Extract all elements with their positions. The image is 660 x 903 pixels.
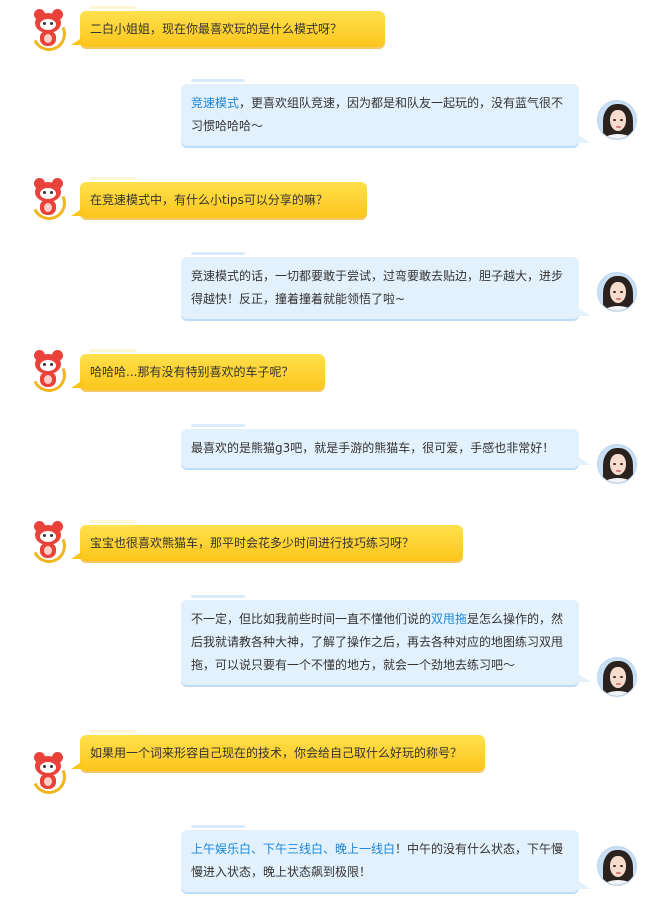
answer-text: 不一定，但比如我前些时间一直不懂他们说的 [191, 612, 432, 626]
highlight-text: 双甩拖 [431, 612, 468, 626]
red-bear-mascot-avatar [27, 9, 71, 56]
question-bubble: 哈哈哈...那有没有特别喜欢的车子呢？ [71, 349, 325, 390]
answer-text: 最喜欢的是熊猫g3吧，就是手游的熊猫车，很可爱，手感也非常好！ [191, 441, 555, 455]
question-bubble: 在竞速模式中，有什么小tips可以分享的嘛？ [71, 177, 367, 218]
question-text: 二白小姐姐，现在你最喜欢玩的是什么模式呀？ [90, 22, 343, 36]
highlight-text: 竞速模式 [191, 96, 240, 110]
girl-avatar [597, 657, 637, 697]
question-bubble: 宝宝也很喜欢熊猫车，那平时会花多少时间进行技巧练习呀？ [71, 520, 463, 561]
red-bear-mascot-avatar [27, 521, 71, 568]
question-text: 哈哈哈...那有没有特别喜欢的车子呢？ [90, 365, 294, 379]
highlight-text: 上午娱乐白、下午三线白、晚上一线白 [191, 842, 396, 856]
question-text: 如果用一个词来形容自己现在的技术，你会给自己取什么好玩的称号？ [90, 746, 463, 760]
girl-avatar [597, 100, 637, 140]
answer-bubble: 不一定，但比如我前些时间一直不懂他们说的双甩拖是怎么操作的，然后我就请教各种大神… [181, 595, 591, 685]
answer-text: 竞速模式的话，一切都要敢于尝试，过弯要敢去贴边，胆子越大，进步得越快！反正，撞着… [191, 269, 564, 306]
question-text: 在竞速模式中，有什么小tips可以分享的嘛？ [90, 193, 328, 207]
girl-avatar [597, 272, 637, 312]
girl-avatar [597, 846, 637, 886]
question-bubble: 如果用一个词来形容自己现在的技术，你会给自己取什么好玩的称号？ [71, 730, 485, 771]
question-text: 宝宝也很喜欢熊猫车，那平时会花多少时间进行技巧练习呀？ [90, 536, 415, 550]
question-bubble: 二白小姐姐，现在你最喜欢玩的是什么模式呀？ [71, 6, 385, 47]
answer-bubble: 竞速模式的话，一切都要敢于尝试，过弯要敢去贴边，胆子越大，进步得越快！反正，撞着… [181, 252, 591, 319]
answer-bubble: 上午娱乐白、下午三线白、晚上一线白！中午的没有什么状态，下午慢慢进入状态，晚上状… [181, 825, 591, 892]
red-bear-mascot-avatar [27, 752, 71, 799]
answer-bubble: 竞速模式，更喜欢组队竞速，因为都是和队友一起玩的，没有蓝气很不习惯哈哈哈～ [181, 79, 591, 146]
answer-bubble: 最喜欢的是熊猫g3吧，就是手游的熊猫车，很可爱，手感也非常好！ [181, 424, 591, 468]
red-bear-mascot-avatar [27, 350, 71, 397]
girl-avatar [597, 444, 637, 484]
red-bear-mascot-avatar [27, 178, 71, 225]
answer-text: ，更喜欢组队竞速，因为都是和队友一起玩的，没有蓝气很不习惯哈哈哈～ [191, 96, 564, 133]
